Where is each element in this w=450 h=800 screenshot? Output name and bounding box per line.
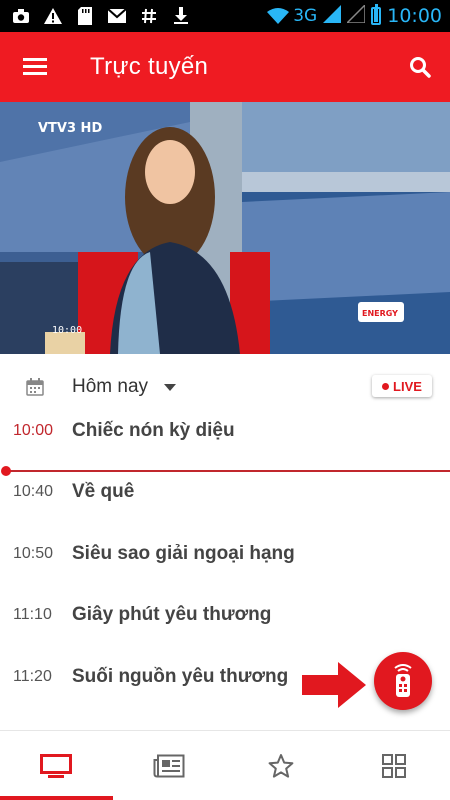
app-bar: Trực tuyến bbox=[0, 32, 450, 102]
current-time-indicator bbox=[6, 470, 450, 472]
battery-icon bbox=[371, 4, 382, 25]
live-badge[interactable]: LIVE bbox=[372, 375, 432, 397]
search-button[interactable] bbox=[390, 32, 450, 102]
video-timestamp: 10:00 bbox=[52, 325, 82, 336]
star-icon bbox=[268, 753, 294, 778]
program-title: Giây phút yêu thương bbox=[72, 604, 272, 625]
page-title: Trực tuyến bbox=[90, 53, 209, 80]
download-icon bbox=[172, 7, 190, 25]
program-title: Suối nguồn yêu thương bbox=[72, 666, 289, 687]
program-title: Về quê bbox=[72, 481, 135, 502]
program-time: 10:00 bbox=[13, 422, 54, 439]
hash-icon bbox=[140, 7, 158, 25]
video-player[interactable]: VTV3 HD 10:00 ENERGY bbox=[0, 102, 450, 354]
grid-icon bbox=[381, 753, 406, 778]
live-dot-icon bbox=[382, 382, 390, 390]
date-label: Hôm nay bbox=[72, 376, 149, 397]
signal-icon bbox=[323, 4, 342, 28]
warning-icon bbox=[44, 7, 62, 25]
wifi-icon bbox=[267, 8, 290, 24]
program-row[interactable]: 10:40 Về quê bbox=[0, 475, 450, 515]
news-icon bbox=[153, 754, 185, 777]
status-time: 10:00 bbox=[387, 5, 442, 27]
program-row[interactable]: 11:10 Giây phút yêu thương bbox=[0, 598, 450, 638]
camera-icon bbox=[12, 7, 30, 25]
network-type: 3G bbox=[293, 6, 318, 26]
channel-logo: VTV3 HD bbox=[38, 121, 102, 136]
hamburger-icon bbox=[23, 58, 47, 76]
arrow-right-icon bbox=[302, 662, 366, 708]
program-time: 11:20 bbox=[13, 668, 52, 685]
bottom-nav bbox=[0, 730, 450, 800]
program-time: 11:10 bbox=[13, 606, 52, 623]
program-time: 10:50 bbox=[13, 545, 54, 562]
sponsor-logo: ENERGY bbox=[362, 309, 398, 318]
status-bar: 3G 10:00 bbox=[0, 0, 450, 32]
chevron-down-icon bbox=[164, 384, 176, 391]
program-row[interactable]: 10:50 Siêu sao giải ngoại hạng bbox=[0, 537, 450, 577]
calendar-icon bbox=[26, 378, 44, 396]
live-label: LIVE bbox=[393, 378, 422, 394]
program-time: 10:40 bbox=[13, 483, 54, 500]
nav-live-tv[interactable] bbox=[0, 731, 113, 800]
program-title: Siêu sao giải ngoại hạng bbox=[72, 543, 295, 564]
menu-button[interactable] bbox=[0, 32, 70, 102]
tv-icon bbox=[40, 753, 73, 778]
search-icon bbox=[410, 57, 431, 78]
remote-control-icon bbox=[394, 664, 412, 697]
program-row[interactable]: 10:00 Chiếc nón kỳ diệu bbox=[0, 414, 450, 454]
nav-news[interactable] bbox=[113, 731, 226, 800]
signal-empty-icon bbox=[345, 2, 366, 28]
program-title: Chiếc nón kỳ diệu bbox=[72, 420, 235, 441]
nav-favorites[interactable] bbox=[225, 731, 338, 800]
mail-icon bbox=[108, 7, 126, 25]
sd-card-icon bbox=[76, 7, 94, 25]
remote-control-button[interactable] bbox=[374, 652, 432, 710]
nav-more[interactable] bbox=[338, 731, 450, 800]
